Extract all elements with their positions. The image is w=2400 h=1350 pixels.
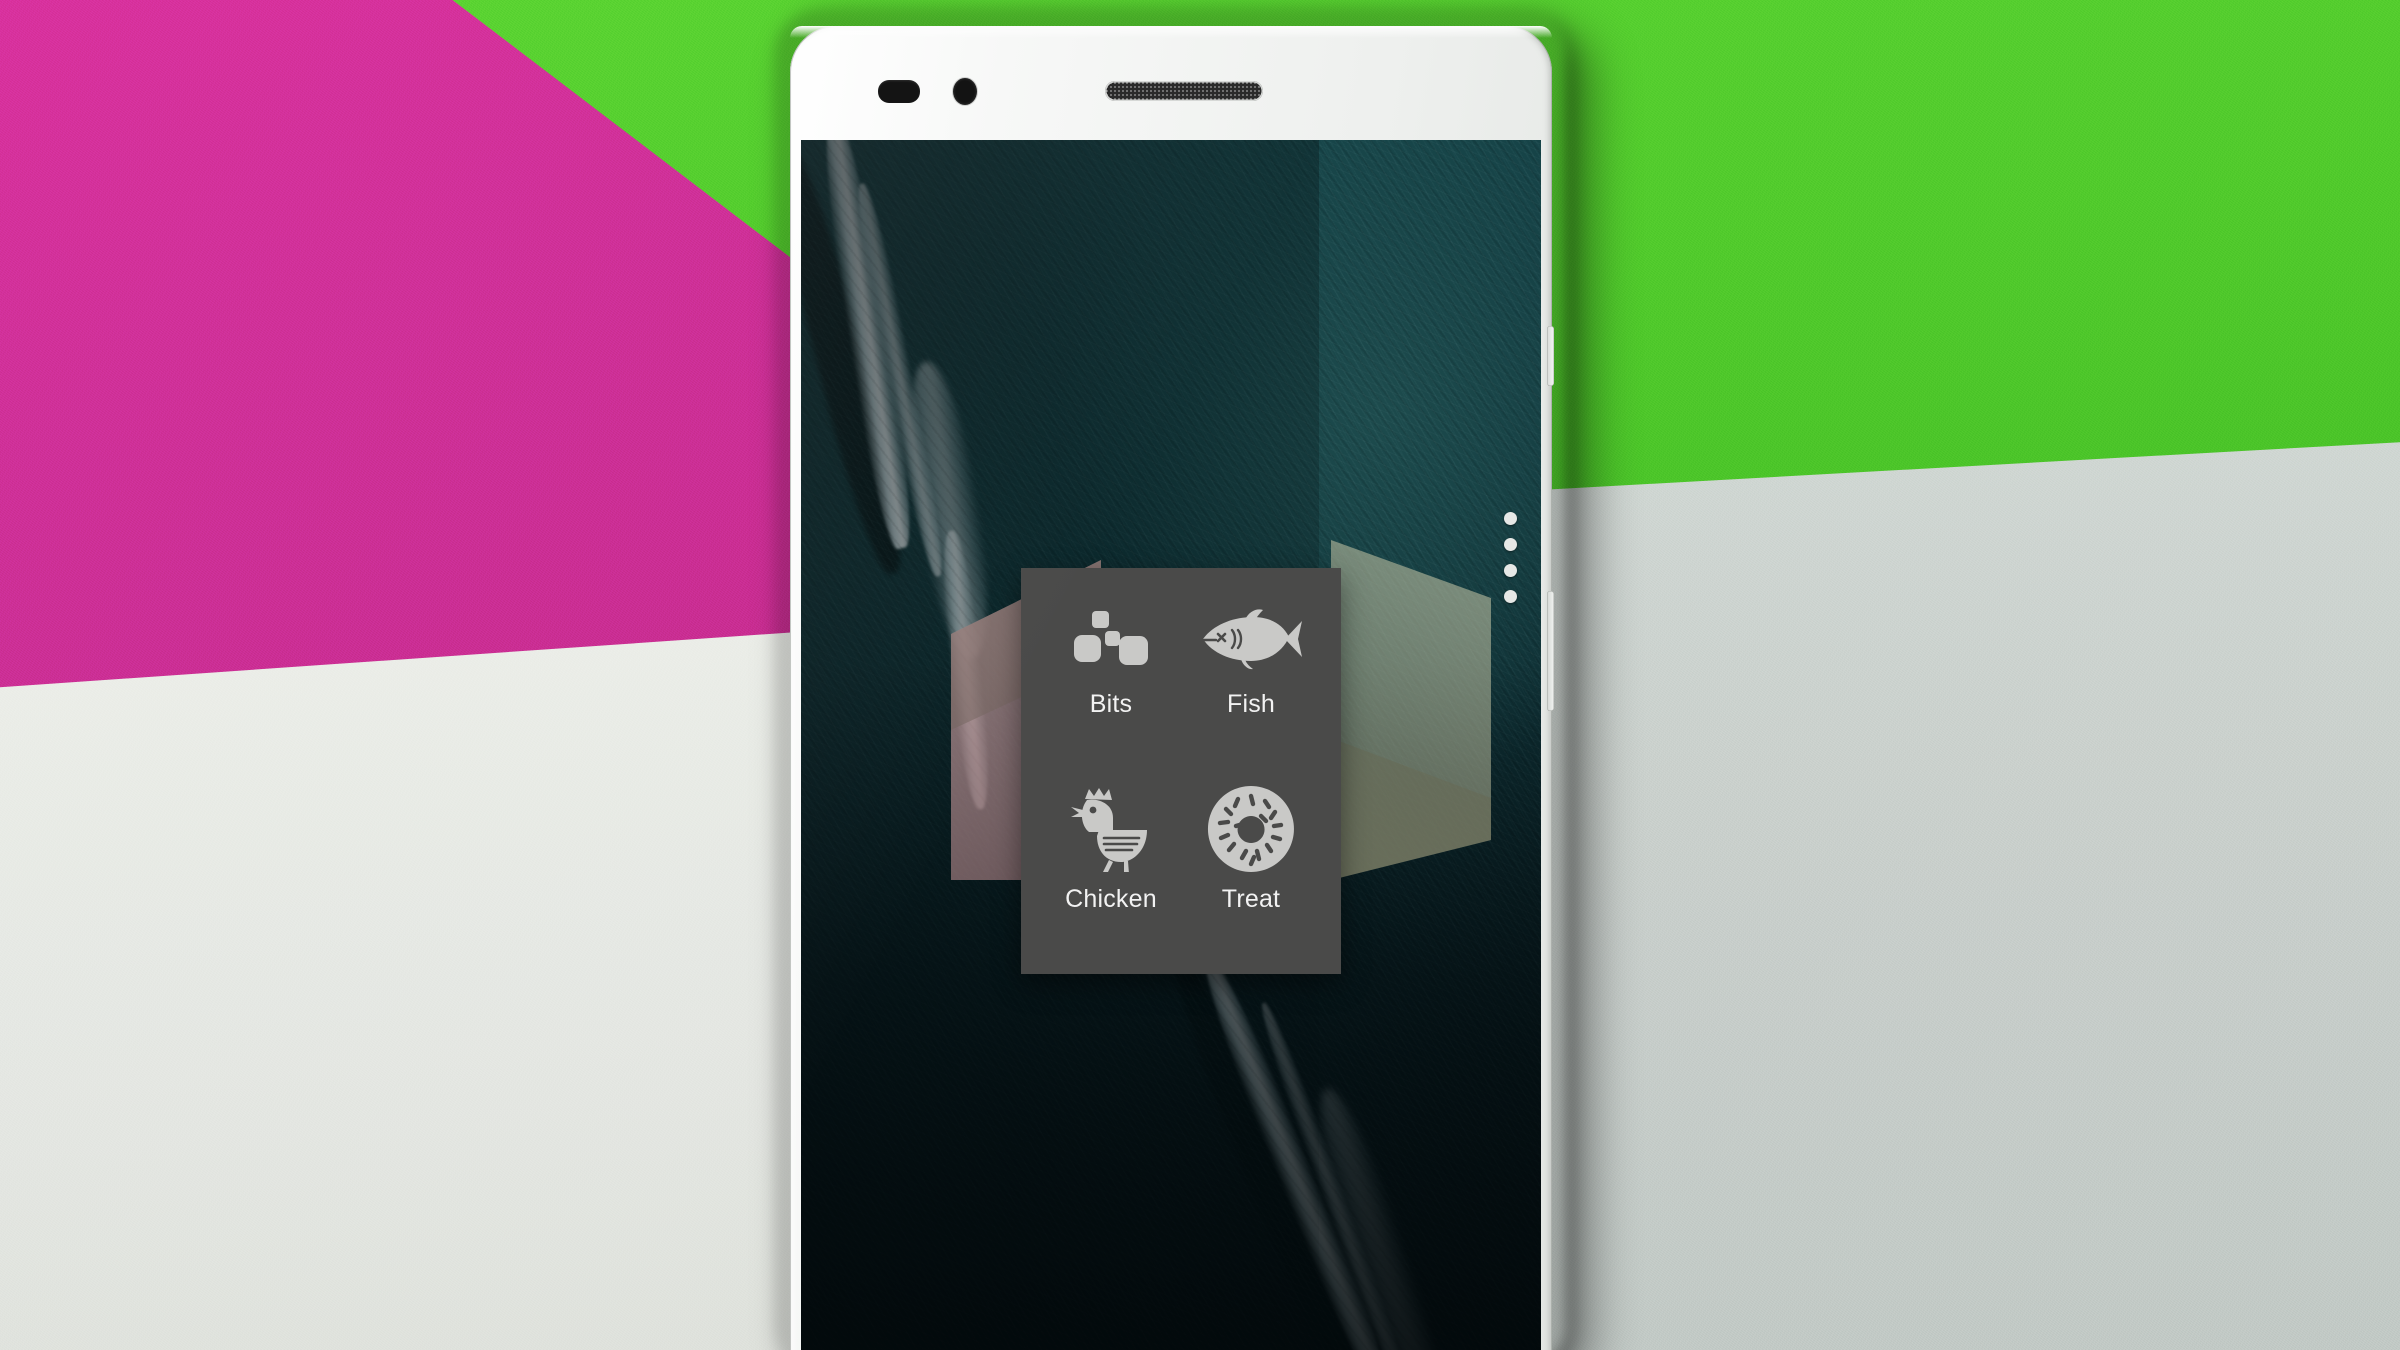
power-button[interactable] [1547,591,1554,711]
folder-item-label: Treat [1221,885,1281,913]
page-indicator[interactable] [1504,512,1517,603]
folder-item-grid: Bits Fish Chicken Treat [1021,568,1341,974]
folder-item-fish[interactable]: Fish [1181,594,1321,777]
bits-icon [1072,594,1150,686]
screenshot-stage: Bits Fish Chicken Treat [0,0,2400,1350]
volume-button[interactable] [1547,326,1554,386]
chicken-icon [1069,777,1153,881]
front-camera-icon [953,78,977,105]
donut-icon [1207,777,1295,881]
page-indicator-dot[interactable] [1504,590,1517,603]
folder-item-label: Fish [1226,690,1276,718]
phone-screen[interactable]: Bits Fish Chicken Treat [801,140,1541,1350]
folder-item-treat[interactable]: Treat [1181,777,1321,960]
proximity-sensor-icon [878,80,920,103]
phone-device: Bits Fish Chicken Treat [790,26,1554,1350]
grey-paper-sheet [1540,440,2400,1350]
folder-item-label: Chicken [1065,885,1157,913]
folder-item-chicken[interactable]: Chicken [1041,777,1181,960]
phone-top-highlight [790,26,1552,38]
folder-item-label: Bits [1089,690,1133,718]
fish-icon [1199,594,1303,686]
earpiece-speaker-icon [1105,81,1263,101]
page-indicator-dot[interactable] [1504,564,1517,577]
folder-dialog[interactable]: Bits Fish Chicken Treat [1021,568,1341,974]
page-indicator-dot[interactable] [1504,538,1517,551]
folder-item-bits[interactable]: Bits [1041,594,1181,777]
page-indicator-dot[interactable] [1504,512,1517,525]
